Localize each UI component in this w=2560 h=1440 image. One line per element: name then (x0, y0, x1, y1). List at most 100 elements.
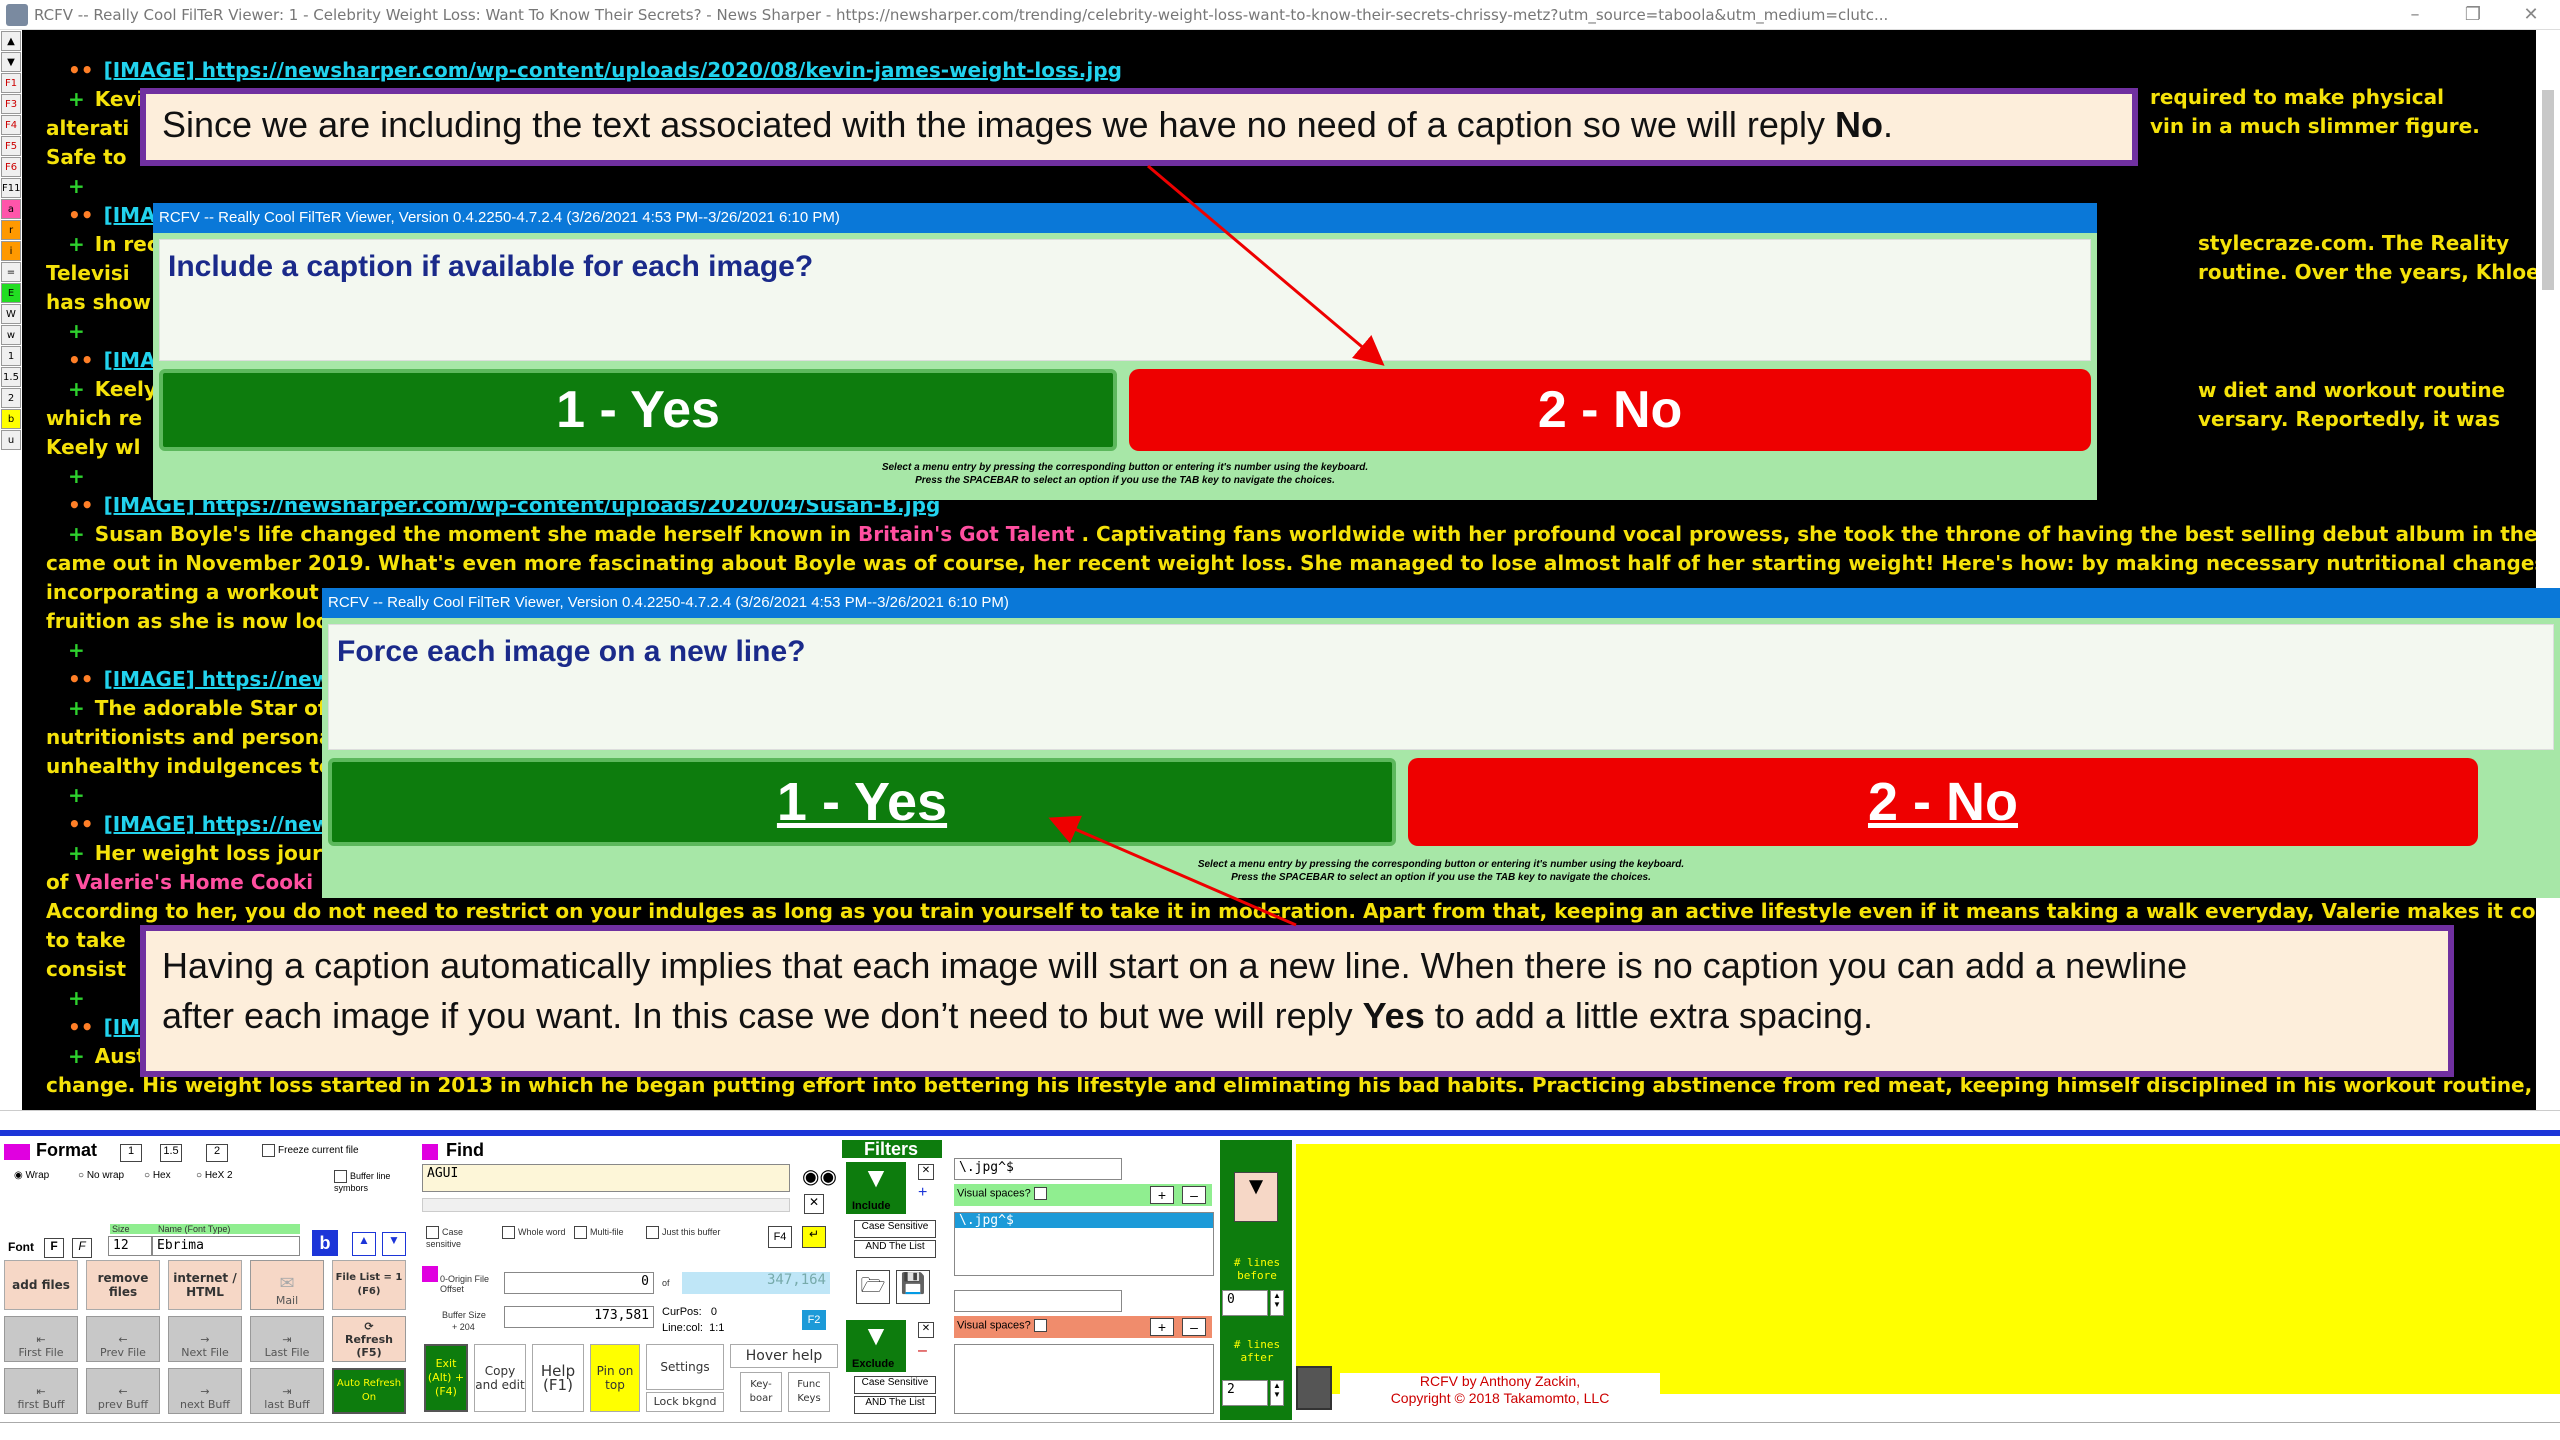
left-btn-6[interactable]: a (1, 199, 21, 219)
refresh-button[interactable]: ⟳ Refresh (F5) (332, 1316, 406, 1362)
left-btn-13[interactable]: 1 (1, 346, 21, 366)
vertical-scrollbar[interactable] (2536, 30, 2560, 1110)
binoculars-icon[interactable]: ◉◉ (802, 1164, 837, 1189)
font-f1-button[interactable]: F (44, 1238, 64, 1258)
include-case-toggle[interactable]: Case Sensitive (854, 1220, 936, 1238)
lock-bkgnd-button[interactable]: Lock bkgnd (646, 1392, 724, 1412)
left-btn-17[interactable]: u (1, 430, 21, 450)
copy-edit-button[interactable]: Copy and edit (474, 1344, 526, 1412)
no-button[interactable]: 2 - No (1408, 758, 2478, 846)
origin-field[interactable]: 0 (504, 1272, 654, 1294)
exclude-clear-icon[interactable]: ✕ (918, 1322, 934, 1338)
restore-button[interactable]: ❐ (2444, 0, 2502, 30)
bold-button[interactable]: b (312, 1230, 338, 1256)
left-btn-14[interactable]: 1.5 (1, 367, 21, 387)
f2-button[interactable]: F2 (802, 1310, 826, 1330)
left-btn-5[interactable]: F11 (1, 178, 21, 198)
exit-button[interactable]: Exit (Alt) + (F4) (424, 1344, 468, 1412)
exclude-pattern-field[interactable] (954, 1290, 1122, 1312)
exclude-remove-icon[interactable]: – (918, 1342, 927, 1360)
case-sensitive-checkbox[interactable]: Case sensitive (426, 1226, 490, 1249)
left-btn-7[interactable]: r (1, 220, 21, 240)
font-f2-button[interactable]: F (72, 1238, 92, 1258)
remove-files-button[interactable]: remove files (86, 1260, 160, 1310)
find-scroll[interactable] (422, 1198, 790, 1212)
nowrap-radio[interactable]: ○ No wrap (78, 1170, 128, 1181)
scroll-thumb[interactable] (2542, 90, 2554, 290)
left-btn-10[interactable]: E (1, 283, 21, 303)
left-btn-2[interactable]: F4 (1, 115, 21, 135)
whole-word-checkbox[interactable]: Whole word (502, 1226, 566, 1239)
buffer-line-checkbox[interactable]: Buffer line symbors (334, 1170, 414, 1193)
lines-after-field[interactable]: 2 (1222, 1380, 1268, 1406)
up-arrows-icon[interactable]: ▲ (352, 1232, 376, 1256)
exclude-remove-pattern[interactable]: – (1182, 1318, 1206, 1336)
include-clear-icon[interactable]: ✕ (918, 1164, 934, 1180)
scroll-top-icon[interactable]: ▲ (1, 31, 21, 51)
hover-help-button[interactable]: Hover help (730, 1344, 838, 1368)
left-btn-11[interactable]: W (1, 304, 21, 324)
prev-file-button[interactable]: ← Prev File (86, 1316, 160, 1362)
lines-before-field[interactable]: 0 (1222, 1290, 1268, 1316)
left-btn-0[interactable]: F1 (1, 73, 21, 93)
left-btn-8[interactable]: i (1, 241, 21, 261)
prev-buff-button[interactable]: ← prev Buff (86, 1368, 160, 1414)
include-remove-pattern[interactable]: – (1182, 1186, 1206, 1204)
image-link[interactable]: [IMAGE] https://news (104, 667, 343, 691)
first-buff-button[interactable]: ⇤ first Buff (4, 1368, 78, 1414)
func-keys-button[interactable]: Func Keys (788, 1372, 830, 1412)
include-list-item[interactable]: \.jpg^$ (955, 1213, 1213, 1228)
f4-button[interactable]: F4 (768, 1226, 792, 1248)
font-name-field[interactable]: Ebrima (152, 1236, 300, 1256)
left-btn-12[interactable]: w (1, 325, 21, 345)
return-icon[interactable]: ↵ (802, 1226, 826, 1248)
left-btn-1[interactable]: F3 (1, 94, 21, 114)
spacing-1-button[interactable]: 1 (120, 1144, 142, 1162)
next-buff-button[interactable]: → next Buff (168, 1368, 242, 1414)
left-btn-16[interactable]: b (1, 409, 21, 429)
multi-file-checkbox[interactable]: Multi-file (574, 1226, 638, 1239)
record-icon[interactable] (1296, 1366, 1332, 1410)
internet-html-button[interactable]: internet / HTML (168, 1260, 242, 1310)
find-input[interactable]: AGUI (422, 1164, 790, 1192)
add-files-button[interactable]: add files (4, 1260, 78, 1310)
pin-on-top-button[interactable]: Pin on top (590, 1344, 640, 1412)
include-add-icon[interactable]: + (918, 1184, 927, 1202)
lines-after-spinner[interactable]: ▲ ▼ (1270, 1380, 1284, 1406)
spacing-15-button[interactable]: 1.5 (160, 1144, 182, 1162)
left-btn-4[interactable]: F6 (1, 157, 21, 177)
exclude-add-pattern[interactable]: + (1150, 1318, 1174, 1336)
exclude-and-toggle[interactable]: AND The List (854, 1396, 936, 1414)
auto-refresh-button[interactable]: Auto Refresh On (332, 1368, 406, 1414)
image-link[interactable]: [IMA (104, 203, 156, 227)
left-btn-3[interactable]: F5 (1, 136, 21, 156)
settings-button[interactable]: Settings (646, 1344, 724, 1390)
next-file-button[interactable]: → Next File (168, 1316, 242, 1362)
mail-button[interactable]: ✉ Mail (250, 1260, 324, 1310)
include-list[interactable]: \.jpg^$ (954, 1212, 1214, 1276)
hex-radio[interactable]: ○ Hex (144, 1170, 171, 1181)
spacing-2-button[interactable]: 2 (206, 1144, 228, 1162)
first-file-button[interactable]: ⇤ First File (4, 1316, 78, 1362)
image-link[interactable]: [IMA (104, 348, 156, 372)
wrap-radio[interactable]: ◉ Wrap (14, 1170, 49, 1181)
left-btn-9[interactable]: = (1, 262, 21, 282)
exclude-case-toggle[interactable]: Case Sensitive (854, 1376, 936, 1394)
close-button[interactable]: ✕ (2502, 0, 2560, 30)
include-pattern-field[interactable]: \.jpg^$ (954, 1158, 1122, 1180)
exclude-list[interactable] (954, 1344, 1214, 1414)
keyboard-button[interactable]: Key-boar (740, 1372, 782, 1412)
image-link[interactable]: [IMAGE] https://news (104, 812, 343, 836)
last-buff-button[interactable]: ⇥ last Buff (250, 1368, 324, 1414)
save-icon[interactable]: 💾 (896, 1270, 930, 1304)
funnel-edit-icon[interactable]: ▼ (1234, 1172, 1278, 1222)
yes-button[interactable]: 1 - Yes (159, 369, 1118, 451)
lines-before-spinner[interactable]: ▲ ▼ (1270, 1290, 1284, 1316)
font-size-field[interactable]: 12 (108, 1236, 152, 1256)
include-add-pattern[interactable]: + (1150, 1186, 1174, 1204)
open-icon[interactable]: 🗁 (856, 1270, 890, 1304)
horizontal-scrollbar[interactable] (0, 1110, 2560, 1130)
just-buffer-checkbox[interactable]: Just this buffer (646, 1226, 726, 1239)
last-file-button[interactable]: ⇥ Last File (250, 1316, 324, 1362)
down-arrows-icon[interactable]: ▼ (382, 1232, 406, 1256)
